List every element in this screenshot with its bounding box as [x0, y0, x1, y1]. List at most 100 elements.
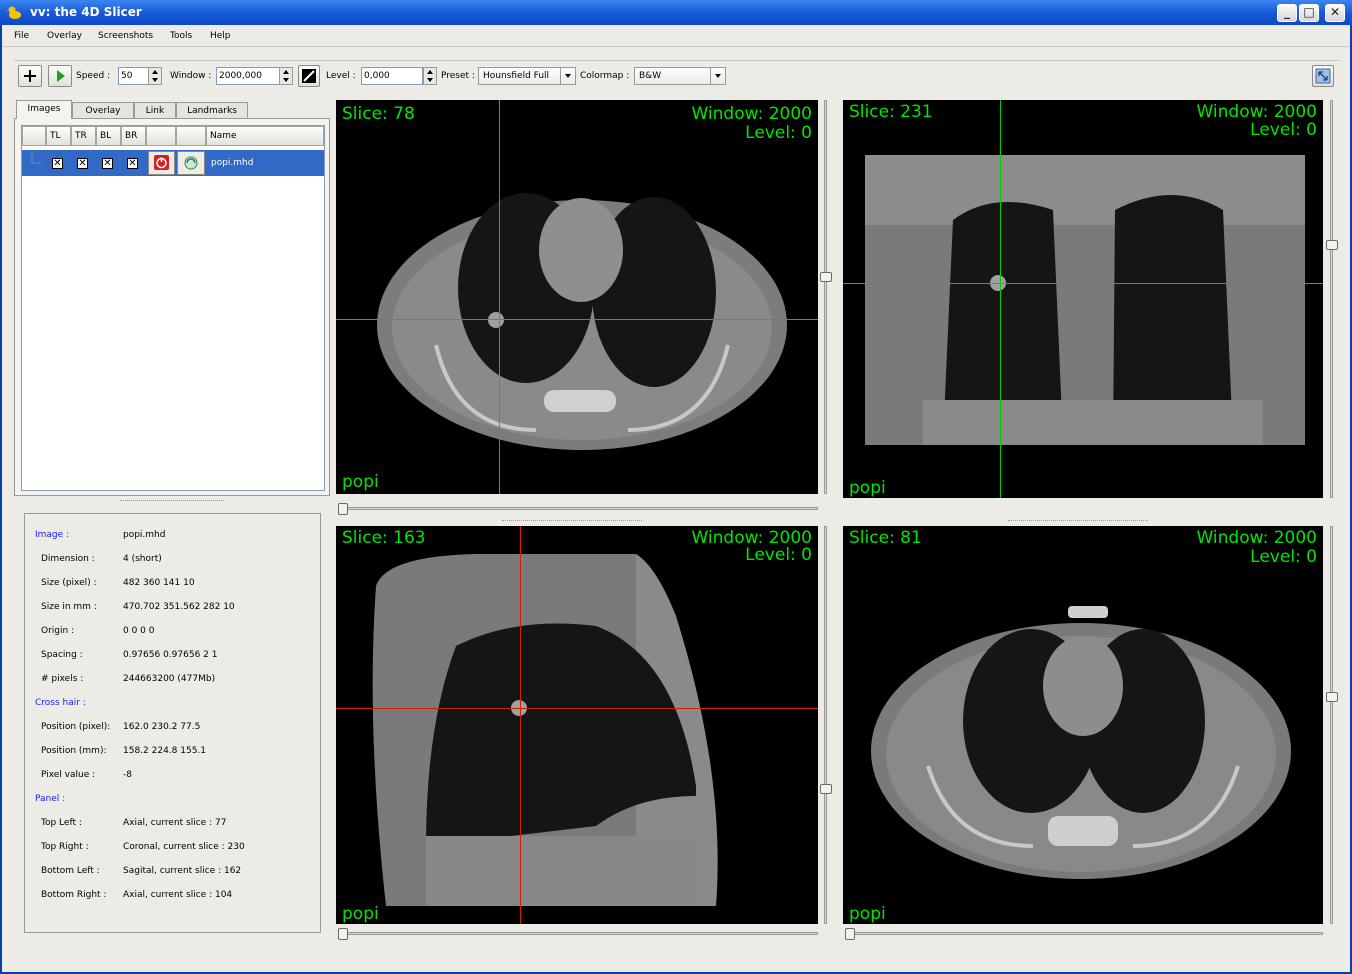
- contrast-icon: [302, 69, 316, 83]
- level-overlay: Level: 0: [1250, 120, 1317, 140]
- viewer-bottom-right[interactable]: Slice: 81 Window: 2000 Level: 0 popi: [843, 526, 1323, 924]
- slice-slider-bottom-left[interactable]: [820, 526, 832, 924]
- slice-slider-top-right[interactable]: [1326, 100, 1338, 498]
- axial-ct-image: [871, 606, 1291, 879]
- title-bar[interactable]: vv: the 4D Slicer _ □ ✕: [0, 0, 1352, 25]
- slider-handle[interactable]: [338, 503, 348, 515]
- tab-images[interactable]: Images: [16, 100, 72, 119]
- crosshair-vertical: [520, 526, 521, 924]
- info-value: 158.2 224.8 155.1: [123, 746, 207, 756]
- tab-overlay[interactable]: Overlay: [72, 102, 134, 118]
- splitter-handle[interactable]: [120, 500, 224, 501]
- slider-handle[interactable]: [1326, 240, 1338, 250]
- crosshair-vertical: [1000, 100, 1001, 498]
- info-key: Spacing :: [41, 650, 83, 660]
- crosshair-horizontal: [843, 283, 1323, 284]
- close-image-button[interactable]: [148, 151, 175, 175]
- slice-slider-top-left[interactable]: [820, 100, 832, 494]
- table-row[interactable]: ✕ ✕ ✕ ✕ popi.mhd: [22, 150, 324, 176]
- info-value: -8: [123, 770, 132, 780]
- info-key: Bottom Right :: [41, 890, 107, 900]
- level-spinner-arrows[interactable]: [423, 67, 437, 85]
- crosshair-vertical: [499, 100, 500, 494]
- info-key: # pixels :: [41, 674, 84, 684]
- viewer-bottom-left[interactable]: Slice: 163 Window: 2000 Level: 0 popi: [336, 526, 818, 924]
- br-checkbox[interactable]: ✕: [127, 158, 138, 169]
- main-window: vv: the 4D Slicer _ □ ✕ File Overlay Scr…: [0, 0, 1352, 974]
- crosshair-horizontal: [336, 708, 818, 709]
- reload-image-button[interactable]: [177, 151, 205, 175]
- tree-branch-icon: [31, 150, 42, 164]
- colormap-select[interactable]: B&W: [634, 67, 726, 85]
- bl-checkbox[interactable]: ✕: [102, 158, 113, 169]
- header-bl[interactable]: BL: [96, 126, 121, 146]
- header-reload[interactable]: [176, 126, 206, 146]
- colormap-label: Colormap :: [580, 71, 630, 81]
- info-value: Sagital, current slice : 162: [123, 866, 242, 876]
- header-br[interactable]: BR: [121, 126, 146, 146]
- window-spinner-arrows[interactable]: [279, 67, 293, 85]
- info-panel: Image : popi.mhd Dimension : 4 (short) Siz…: [24, 513, 321, 933]
- menu-overlay[interactable]: Overlay: [47, 31, 82, 41]
- crosshair-horizontal: [336, 319, 818, 320]
- info-key: Top Left :: [41, 818, 82, 828]
- header-name[interactable]: Name: [206, 126, 324, 146]
- info-value: 0 0 0 0: [123, 626, 155, 636]
- slider-handle[interactable]: [845, 928, 855, 940]
- menu-file[interactable]: File: [14, 31, 29, 41]
- preset-select[interactable]: Hounsfield Full: [478, 67, 576, 85]
- slice-label: Slice: 78: [342, 104, 415, 124]
- chevron-down-icon: [710, 68, 725, 84]
- fullscreen-button[interactable]: [1312, 65, 1334, 87]
- menu-tools[interactable]: Tools: [170, 31, 192, 41]
- panel-heading: Panel :: [35, 794, 66, 804]
- slider-handle[interactable]: [820, 784, 832, 794]
- info-value: 482 360 141 10: [123, 578, 195, 588]
- info-value: 244663200 (477Mb): [123, 674, 216, 684]
- level-overlay: Level: 0: [1250, 547, 1317, 567]
- header-tree[interactable]: [22, 126, 46, 146]
- image-value: popi.mhd: [123, 530, 166, 540]
- power-icon: [154, 155, 169, 170]
- viewer-top-left[interactable]: Slice: 78 Window: 2000 Level: 0 popi: [336, 100, 818, 494]
- time-slider-bottom-left[interactable]: [338, 928, 818, 940]
- header-tl[interactable]: TL: [46, 126, 71, 146]
- window-input[interactable]: 2000,000: [216, 67, 280, 85]
- splitter-handle[interactable]: [502, 520, 642, 521]
- tab-link[interactable]: Link: [134, 102, 176, 118]
- image-list[interactable]: TL TR BL BR Name ✕ ✕ ✕ ✕ popi.mhd: [21, 125, 325, 491]
- info-key: Origin :: [41, 626, 75, 636]
- auto-window-level-button[interactable]: [298, 65, 320, 87]
- sagittal-ct-image: [372, 554, 718, 906]
- play-icon: [57, 70, 65, 82]
- play-button[interactable]: [48, 65, 72, 87]
- slice-slider-bottom-right[interactable]: [1326, 526, 1338, 924]
- time-slider-top-left[interactable]: [338, 503, 818, 515]
- splitter-handle[interactable]: [1008, 520, 1148, 521]
- level-overlay: Level: 0: [745, 123, 812, 143]
- info-value: Axial, current slice : 77: [123, 818, 227, 828]
- viewer-top-right[interactable]: Slice: 231 Window: 2000 Level: 0 popi: [843, 100, 1323, 498]
- menu-screenshots[interactable]: Screenshots: [98, 31, 153, 41]
- maximize-button[interactable]: □: [1299, 4, 1319, 22]
- header-close[interactable]: [146, 126, 176, 146]
- minimize-button[interactable]: _: [1277, 4, 1297, 22]
- image-name-overlay: popi: [849, 904, 886, 924]
- info-key: Size (pixel) :: [41, 578, 97, 588]
- tab-landmarks[interactable]: Landmarks: [176, 102, 248, 118]
- slider-handle[interactable]: [338, 928, 348, 940]
- tr-checkbox[interactable]: ✕: [77, 158, 88, 169]
- add-image-button[interactable]: [18, 65, 42, 87]
- tl-checkbox[interactable]: ✕: [52, 158, 63, 169]
- slider-handle[interactable]: [1326, 692, 1338, 702]
- menu-bar: File Overlay Screenshots Tools Help: [2, 25, 1350, 47]
- info-key: Pixel value :: [41, 770, 96, 780]
- header-tr[interactable]: TR: [71, 126, 96, 146]
- speed-spinner-arrows[interactable]: [148, 67, 162, 85]
- level-input[interactable]: 0,000: [361, 67, 423, 85]
- close-button[interactable]: ✕: [1325, 4, 1345, 22]
- slider-handle[interactable]: [820, 272, 832, 282]
- menu-help[interactable]: Help: [210, 31, 231, 41]
- time-slider-bottom-right[interactable]: [845, 928, 1323, 940]
- coronal-ct-image: [865, 155, 1305, 445]
